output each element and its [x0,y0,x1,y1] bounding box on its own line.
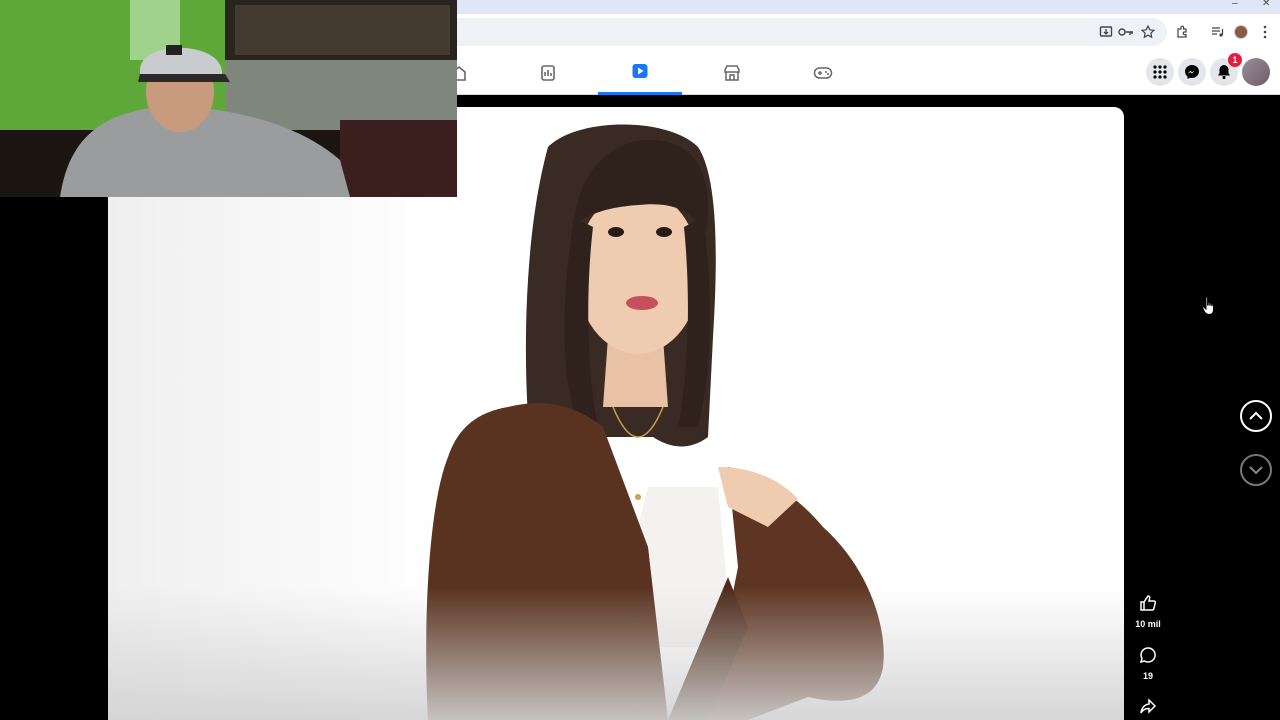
news-tab[interactable] [506,50,590,95]
like-button[interactable]: 10 mil [1128,594,1168,629]
share-button[interactable] [1128,697,1168,720]
address-bar[interactable] [457,18,1167,46]
comment-button[interactable]: 19 [1128,646,1168,681]
marketplace-tab[interactable] [690,50,774,95]
grid-icon [1153,65,1167,79]
hand-cursor-icon [1202,296,1214,316]
facebook-top-nav: 1 [452,50,1280,95]
profile-icon[interactable] [1233,24,1249,40]
extensions-icon[interactable] [1174,24,1190,40]
messenger-button[interactable] [1178,58,1206,86]
star-icon[interactable] [1140,24,1156,40]
share-icon [1140,698,1157,714]
webcam-overlay [0,0,457,197]
marketplace-icon [724,64,740,81]
menu-icon[interactable] [1257,24,1273,40]
bell-icon [1218,65,1230,80]
previous-reel-button[interactable] [1240,400,1272,432]
news-icon [541,64,555,81]
menu-grid-button[interactable] [1146,58,1174,86]
browser-toolbar [457,14,1280,50]
comment-icon [1139,647,1156,664]
notifications-button[interactable]: 1 [1210,53,1242,86]
comment-count: 19 [1142,671,1153,681]
webcam-image [0,0,457,197]
chevron-down-icon [1249,466,1263,475]
media-icon[interactable] [1209,24,1225,40]
close-button[interactable]: ✕ [1262,0,1270,9]
chevron-up-icon [1249,411,1263,420]
screen: – ✕ 1 10 mil 19 [0,0,1280,720]
install-icon[interactable] [1098,24,1114,40]
gaming-icon [813,66,833,79]
video-icon [632,64,648,78]
key-icon[interactable] [1118,24,1134,40]
reel-video[interactable] [108,107,1124,720]
browser-titlebar: – ✕ [457,0,1280,14]
account-avatar[interactable] [1242,58,1270,86]
next-reel-button[interactable] [1240,454,1272,486]
thumbs-up-icon [1140,595,1157,611]
notification-badge: 1 [1228,53,1242,67]
gaming-tab[interactable] [781,50,865,95]
messenger-icon [1185,65,1199,79]
like-count: 10 mil [1135,619,1161,629]
video-tab[interactable] [598,50,682,95]
minimize-button[interactable]: – [1232,0,1238,9]
